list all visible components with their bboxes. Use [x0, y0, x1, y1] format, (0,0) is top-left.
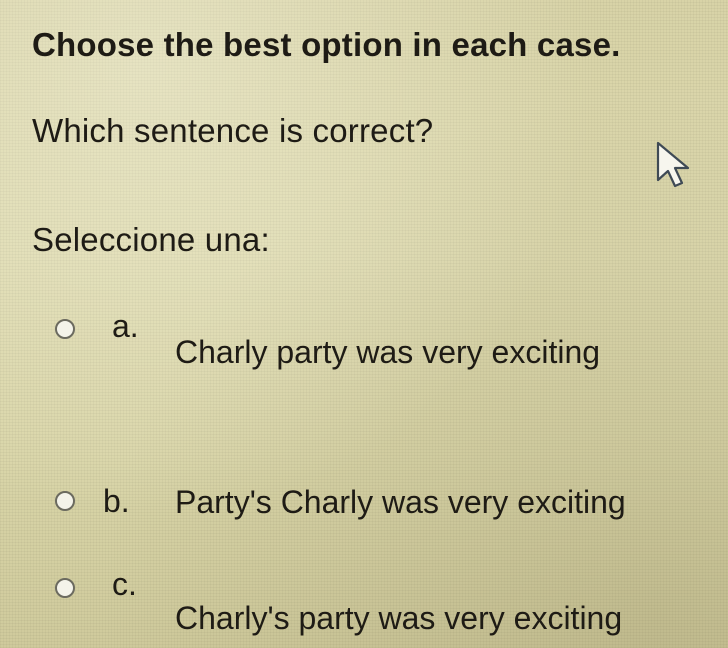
- option-text-b[interactable]: Party's Charly was very exciting: [175, 482, 626, 522]
- instruction-title: Choose the best option in each case.: [32, 26, 621, 63]
- option-letter-c: c.: [112, 566, 137, 602]
- answer-option-b[interactable]: b. Party's Charly was very exciting: [55, 482, 715, 533]
- question-text: Which sentence is correct?: [32, 112, 434, 149]
- radio-button-a[interactable]: [55, 319, 75, 339]
- select-prompt: Seleccione una:: [32, 221, 270, 258]
- answer-option-c[interactable]: c. Charly's party was very exciting: [55, 566, 715, 636]
- radio-button-b[interactable]: [55, 491, 75, 511]
- option-letter-b: b.: [103, 483, 130, 519]
- option-text-a[interactable]: Charly party was very exciting: [175, 332, 600, 372]
- option-text-c[interactable]: Charly's party was very exciting: [175, 598, 622, 638]
- arrow-pointer-icon: [656, 141, 690, 188]
- answer-option-a[interactable]: a. Charly party was very exciting: [55, 308, 715, 370]
- option-letter-a: a.: [112, 308, 139, 344]
- radio-button-c[interactable]: [55, 578, 75, 598]
